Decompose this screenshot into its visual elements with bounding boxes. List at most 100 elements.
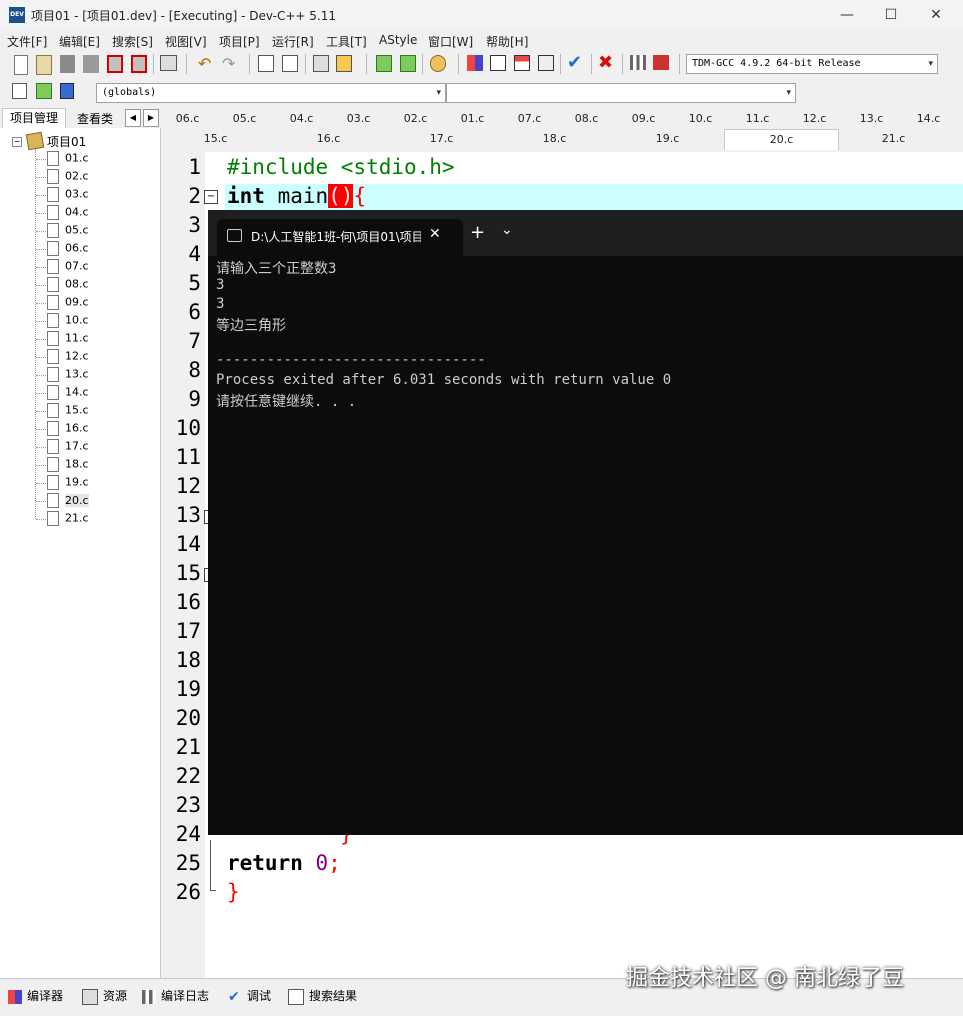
menu-edit[interactable]: 编辑[E] bbox=[59, 33, 100, 50]
close-file-icon[interactable] bbox=[107, 55, 123, 73]
file-tab[interactable]: 02.c bbox=[387, 109, 444, 129]
file-tab[interactable]: 13.c bbox=[843, 109, 900, 129]
file-tab[interactable]: 01.c bbox=[444, 109, 501, 129]
goto-line-icon[interactable] bbox=[313, 55, 329, 72]
menu-help[interactable]: 帮助[H] bbox=[486, 33, 528, 50]
file-tab[interactable]: 15.c bbox=[159, 129, 272, 149]
add-to-project-icon[interactable] bbox=[376, 55, 392, 72]
project-options-icon[interactable] bbox=[430, 55, 446, 72]
tab-resources[interactable]: 资源 bbox=[82, 987, 127, 1005]
file-tab[interactable]: 19.c bbox=[611, 129, 724, 149]
tree-file-item[interactable]: 04.c bbox=[36, 205, 89, 223]
file-tab[interactable]: 03.c bbox=[330, 109, 387, 129]
toggle-comment-icon[interactable] bbox=[36, 83, 52, 99]
compiler-select[interactable]: TDM-GCC 4.9.2 64-bit Release ▾ bbox=[686, 54, 938, 74]
tree-file-item[interactable]: 20.c bbox=[36, 493, 89, 511]
file-tab[interactable]: 10.c bbox=[672, 109, 729, 129]
file-tab[interactable]: 06.c bbox=[159, 109, 216, 129]
compile-run-icon[interactable] bbox=[514, 55, 530, 71]
file-tab[interactable]: 14.c bbox=[900, 109, 957, 129]
run-icon[interactable] bbox=[490, 55, 506, 71]
tree-file-item[interactable]: 02.c bbox=[36, 169, 89, 187]
close-button[interactable]: ✕ bbox=[913, 0, 959, 30]
rebuild-all-icon[interactable] bbox=[538, 55, 554, 71]
find-icon[interactable] bbox=[258, 55, 274, 72]
open-file-icon[interactable] bbox=[36, 55, 52, 75]
file-tab[interactable]: 11.c bbox=[729, 109, 786, 129]
undo-icon[interactable]: ↶ bbox=[198, 55, 216, 73]
minimize-button[interactable]: — bbox=[824, 0, 870, 30]
tree-file-item[interactable]: 14.c bbox=[36, 385, 89, 403]
menu-file[interactable]: 文件[F] bbox=[7, 33, 47, 50]
console-window[interactable]: D:\人工智能1班-何\项目01\项目 ✕ + ⌄ 请输入三个正整数3 3 3 … bbox=[208, 210, 963, 835]
tab-dropdown-icon[interactable]: ⌄ bbox=[501, 222, 513, 238]
menu-search[interactable]: 搜索[S] bbox=[112, 33, 153, 50]
scope-select[interactable]: (globals) ▾ bbox=[96, 83, 446, 103]
toggle-bookmark-icon[interactable] bbox=[336, 55, 352, 72]
menu-tools[interactable]: 工具[T] bbox=[326, 33, 367, 50]
file-tab[interactable]: 17.c bbox=[385, 129, 498, 149]
tree-file-item[interactable]: 06.c bbox=[36, 241, 89, 259]
tree-file-item[interactable]: 11.c bbox=[36, 331, 89, 349]
tree-file-item[interactable]: 09.c bbox=[36, 295, 89, 313]
tree-file-item[interactable]: 18.c bbox=[36, 457, 89, 475]
remove-from-project-icon[interactable] bbox=[400, 55, 416, 72]
file-tab[interactable]: 18.c bbox=[498, 129, 611, 149]
profile-icon[interactable] bbox=[630, 55, 646, 70]
file-tab[interactable]: 05.c bbox=[216, 109, 273, 129]
tree-file-item[interactable]: 01.c bbox=[36, 151, 89, 169]
tab-compiler[interactable]: 编译器 bbox=[8, 987, 63, 1004]
tree-file-item[interactable]: 08.c bbox=[36, 277, 89, 295]
indent-icon[interactable] bbox=[60, 83, 74, 99]
scroll-right-icon[interactable]: ▶ bbox=[143, 109, 159, 127]
tree-file-item[interactable]: 16.c bbox=[36, 421, 89, 439]
fold-toggle-icon[interactable]: − bbox=[204, 190, 218, 204]
tab-class-browser[interactable]: 查看类 bbox=[70, 110, 120, 128]
collapse-icon[interactable]: − bbox=[12, 137, 22, 147]
tree-file-item[interactable]: 10.c bbox=[36, 313, 89, 331]
delete-profile-icon[interactable] bbox=[653, 55, 669, 70]
stop-execution-icon[interactable]: ✖ bbox=[598, 53, 616, 73]
tree-file-item[interactable]: 15.c bbox=[36, 403, 89, 421]
close-all-icon[interactable] bbox=[131, 55, 147, 73]
save-icon[interactable] bbox=[60, 55, 75, 73]
file-tab[interactable]: 12.c bbox=[786, 109, 843, 129]
file-tab[interactable]: 21.c bbox=[837, 129, 950, 149]
menu-project[interactable]: 项目[P] bbox=[219, 33, 260, 50]
new-file-icon[interactable] bbox=[14, 55, 28, 75]
tab-debug[interactable]: ✔ 调试 bbox=[228, 987, 271, 1004]
tab-project-manager[interactable]: 项目管理 bbox=[2, 108, 66, 129]
tree-file-item[interactable]: 19.c bbox=[36, 475, 89, 493]
file-tab[interactable]: 09.c bbox=[615, 109, 672, 129]
print-icon[interactable] bbox=[160, 55, 177, 71]
tree-file-item[interactable]: 13.c bbox=[36, 367, 89, 385]
save-all-icon[interactable] bbox=[83, 55, 99, 73]
console-tab[interactable]: D:\人工智能1班-何\项目01\项目 ✕ bbox=[217, 219, 463, 256]
tab-search-results[interactable]: 搜索结果 bbox=[288, 987, 357, 1005]
insert-icon[interactable] bbox=[12, 83, 27, 99]
maximize-button[interactable]: ☐ bbox=[868, 0, 914, 30]
tree-file-item[interactable]: 05.c bbox=[36, 223, 89, 241]
file-tab[interactable]: 16.c bbox=[272, 129, 385, 149]
file-tab[interactable]: 07.c bbox=[501, 109, 558, 129]
menu-astyle[interactable]: AStyle bbox=[379, 33, 417, 47]
replace-icon[interactable] bbox=[282, 55, 298, 72]
new-tab-icon[interactable]: + bbox=[470, 222, 485, 243]
tree-file-item[interactable]: 17.c bbox=[36, 439, 89, 457]
tree-file-item[interactable]: 07.c bbox=[36, 259, 89, 277]
tree-file-item[interactable]: 03.c bbox=[36, 187, 89, 205]
file-tab[interactable]: 04.c bbox=[273, 109, 330, 129]
menu-window[interactable]: 窗口[W] bbox=[428, 33, 473, 50]
redo-icon[interactable]: ↷ bbox=[222, 55, 240, 73]
tab-compile-log[interactable]: 编译日志 bbox=[142, 987, 209, 1004]
tree-file-item[interactable]: 12.c bbox=[36, 349, 89, 367]
file-tab[interactable]: 20.c bbox=[724, 129, 839, 150]
file-tab[interactable]: 08.c bbox=[558, 109, 615, 129]
syntax-check-icon[interactable]: ✔ bbox=[567, 53, 585, 73]
menu-run[interactable]: 运行[R] bbox=[272, 33, 314, 50]
function-select[interactable]: ▾ bbox=[446, 83, 796, 103]
close-tab-icon[interactable]: ✕ bbox=[429, 226, 441, 242]
scroll-left-icon[interactable]: ◀ bbox=[125, 109, 141, 127]
compile-icon[interactable] bbox=[467, 55, 483, 71]
project-name[interactable]: 项目01 bbox=[47, 133, 86, 150]
